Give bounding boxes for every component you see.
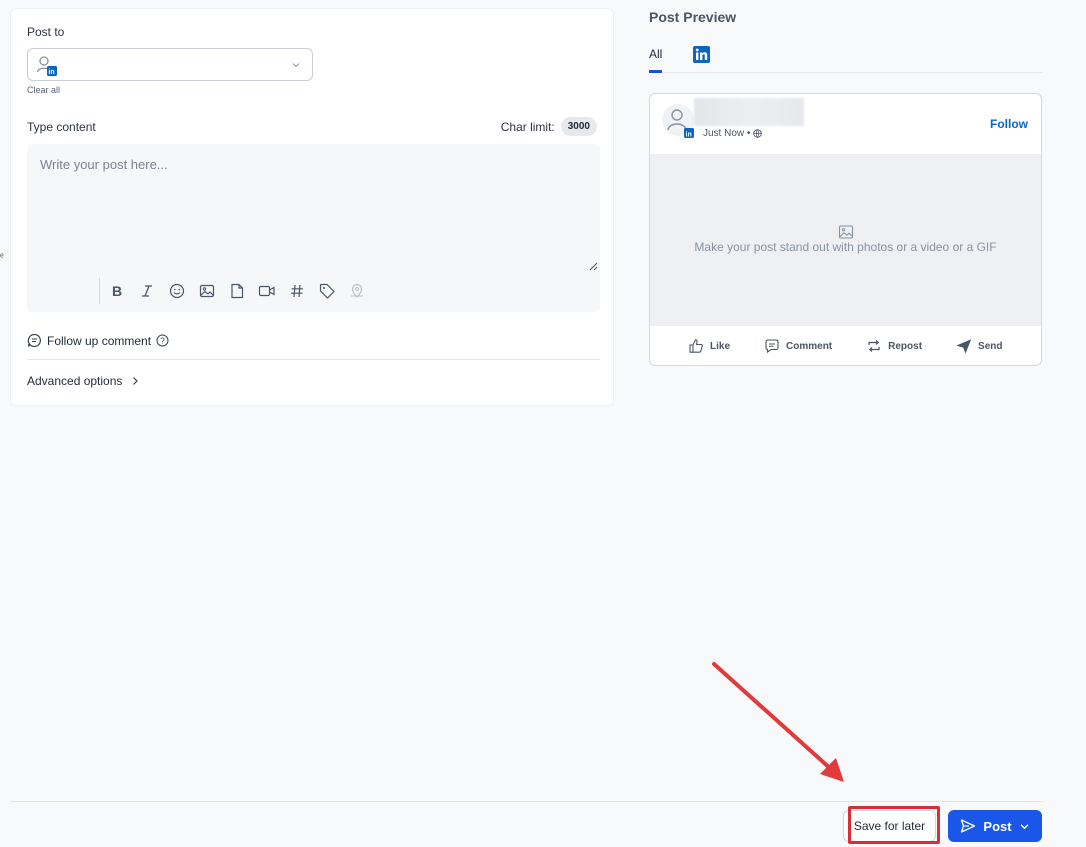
tab-linkedin[interactable]: [693, 46, 710, 68]
like-label: Like: [710, 340, 731, 352]
help-icon[interactable]: ?: [156, 334, 169, 347]
clear-all-link[interactable]: Clear all: [27, 85, 60, 95]
thumbs-up-icon: [689, 339, 703, 353]
char-limit-label: Char limit:: [500, 119, 555, 134]
preview-title: Post Preview: [649, 9, 737, 25]
bold-icon[interactable]: B: [108, 282, 126, 300]
char-limit: Char limit: 3000: [501, 117, 597, 136]
preview-avatar: in: [662, 104, 694, 138]
post-meta: Just Now •: [703, 128, 763, 139]
comment-icon: [27, 333, 41, 348]
send-action: Send: [956, 338, 1003, 354]
media-hint: Make your post stand out with photos or …: [694, 240, 997, 254]
user-icon: in: [667, 109, 694, 138]
post-to-label: Post to: [27, 25, 65, 39]
tag-icon[interactable]: [318, 282, 336, 300]
divider: [27, 359, 600, 360]
location-icon[interactable]: [348, 282, 366, 300]
comment-icon: [765, 339, 779, 354]
comment-action: Comment: [764, 338, 832, 354]
send-icon: [956, 339, 972, 354]
italic-icon[interactable]: [138, 282, 156, 300]
svg-text:?: ?: [160, 336, 165, 345]
hashtag-icon[interactable]: [288, 282, 306, 300]
post-textarea[interactable]: [27, 144, 600, 274]
follow-up-comment[interactable]: Follow up comment ?: [27, 333, 169, 348]
follow-button[interactable]: Follow: [990, 117, 1028, 131]
preview-actions: Like Comment Repost Send: [650, 326, 1041, 365]
advanced-options-label: Advanced options: [27, 374, 123, 388]
post-time: Just Now •: [703, 128, 751, 139]
svg-text:in: in: [48, 69, 54, 76]
repost-icon: [868, 340, 880, 352]
svg-text:B: B: [112, 284, 122, 298]
post-editor: B: [27, 144, 600, 312]
linkedin-account-avatar: in: [36, 55, 58, 77]
repost-action: Repost: [866, 338, 922, 354]
resize-handle-icon[interactable]: [588, 261, 598, 271]
save-for-later-button[interactable]: Save for later: [843, 810, 936, 842]
media-placeholder: Make your post stand out with photos or …: [650, 154, 1041, 326]
chevron-right-icon: [133, 377, 139, 385]
chevron-down-icon[interactable]: [1019, 821, 1030, 832]
svg-text:in: in: [686, 131, 692, 138]
image-icon[interactable]: [198, 282, 216, 300]
char-limit-badge: 3000: [560, 117, 597, 136]
post-button[interactable]: Post: [948, 810, 1042, 842]
post-button-label: Post: [983, 818, 1012, 834]
edge-fragment: ᵉ: [0, 252, 4, 263]
globe-icon: [753, 129, 763, 138]
user-icon: in: [36, 56, 57, 76]
send-label: Send: [978, 340, 1003, 352]
like-action: Like: [688, 338, 730, 354]
advanced-options-toggle[interactable]: Advanced options: [27, 374, 140, 388]
comment-label: Comment: [786, 340, 833, 352]
linkedin-preview-card: in Just Now • Follow Make your post stan…: [649, 93, 1042, 366]
tab-all[interactable]: All: [649, 47, 662, 61]
composer-card: Post to in Clear all Type content Char l…: [10, 8, 614, 406]
active-tab-indicator: [649, 70, 662, 73]
send-icon: [961, 819, 976, 833]
video-icon[interactable]: [258, 282, 276, 300]
chevron-down-icon: [292, 63, 300, 68]
type-content-label: Type content: [27, 120, 96, 134]
blurred-account-name: [694, 98, 804, 126]
preview-tabs: All: [649, 40, 1042, 73]
linkedin-icon: [693, 46, 710, 63]
repost-label: Repost: [888, 340, 923, 352]
image-icon: [838, 225, 854, 239]
follow-up-label: Follow up comment: [47, 333, 152, 348]
emoji-icon[interactable]: [168, 282, 186, 300]
preview-header: in Just Now • Follow: [650, 94, 1041, 154]
footer-divider: [10, 801, 1042, 802]
document-icon[interactable]: [228, 282, 246, 300]
editor-toolbar: B: [99, 278, 366, 304]
account-select[interactable]: in: [27, 48, 313, 81]
